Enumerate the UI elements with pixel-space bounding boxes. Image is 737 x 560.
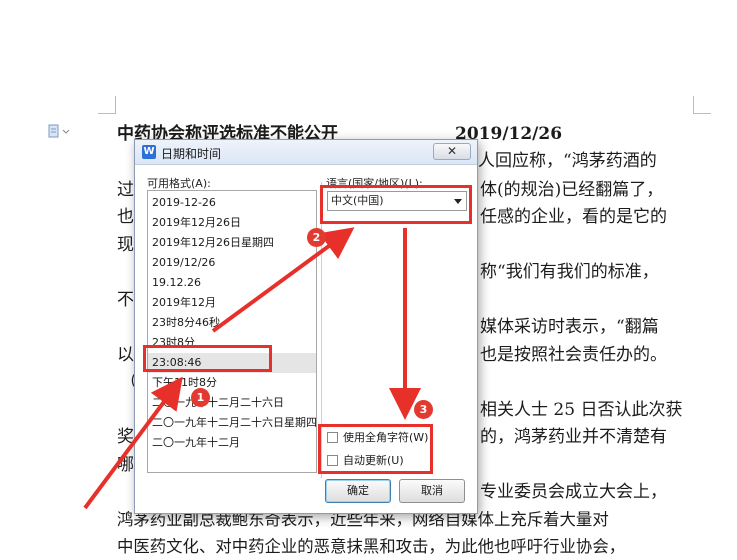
arrow-to-format (83, 376, 183, 510)
step-badge-2: 2 (307, 228, 326, 247)
arrow-to-language (211, 227, 355, 333)
annotation-arrows (83, 227, 421, 510)
step-badge-3: 3 (414, 400, 433, 419)
step-badge-1: 1 (191, 388, 210, 407)
